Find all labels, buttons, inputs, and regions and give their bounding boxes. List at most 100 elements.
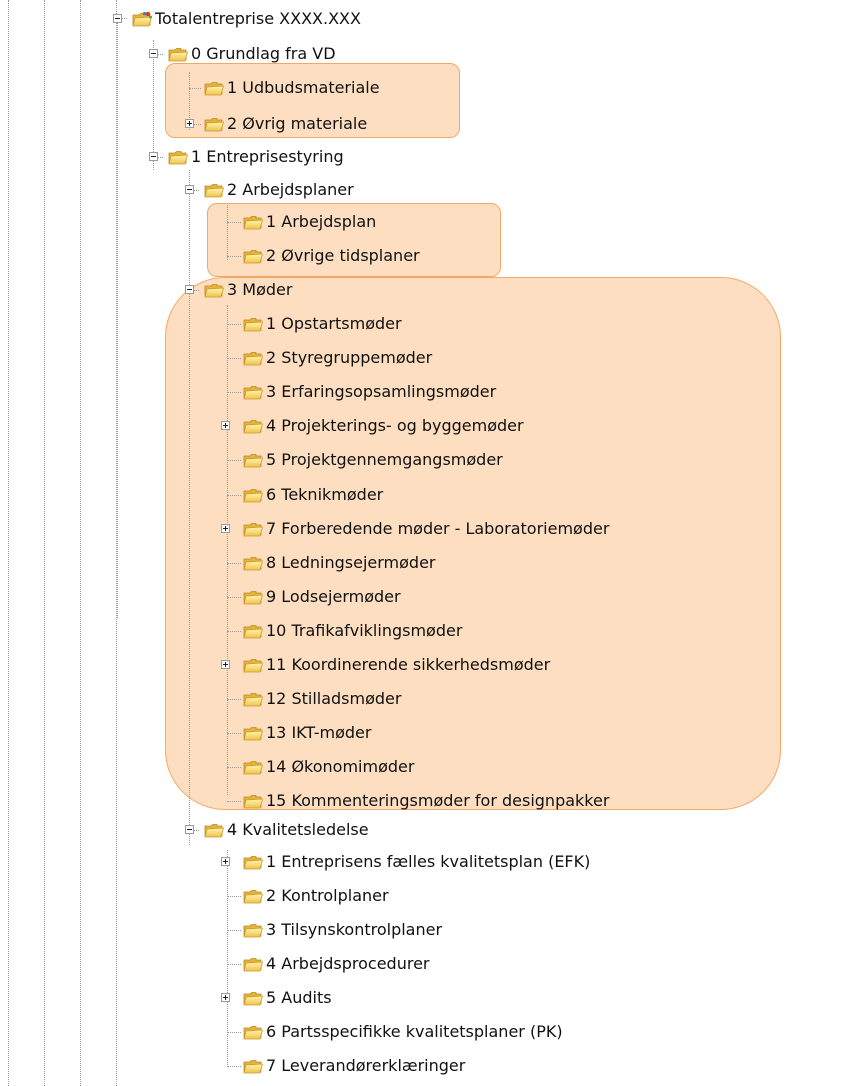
tree-node-moder[interactable]: 3 Møder: [182, 279, 292, 301]
expand-plus-icon[interactable]: [221, 421, 230, 431]
collapse-minus-icon[interactable]: [185, 185, 194, 194]
folder-icon: [243, 454, 263, 468]
folder-icon: [243, 624, 263, 639]
folder-icon: [204, 184, 224, 198]
folder-icon: [168, 151, 188, 165]
folder-icon: [243, 856, 263, 870]
tree-node-label: 11 Koordinerende sikkerhedsmøder: [266, 655, 551, 674]
collapse-minus-icon[interactable]: [185, 285, 194, 294]
tree-node-moder-3[interactable]: 3 Erfaringsopsamlingsmøder: [243, 381, 496, 403]
tree-node-label: 3 Tilsynskontrolplaner: [266, 920, 443, 939]
folder-icon: [243, 924, 263, 938]
tree-node-moder-11[interactable]: 11 Koordinerende sikkerhedsmøder: [218, 654, 550, 676]
tree-node-moder-7[interactable]: 7 Forberedende møder - Laboratoriemøder: [218, 518, 609, 540]
tree-node-label: Totalentreprise XXXX.XXX: [155, 9, 361, 28]
tree-node-moder-6[interactable]: 6 Teknikmøder: [243, 484, 383, 506]
tree-node-label: 4 Projekterings- og byggemøder: [266, 416, 524, 436]
tree-node-label: 6 Teknikmøder: [266, 484, 384, 504]
tree-node-moder-12[interactable]: 12 Stilladsmøder: [243, 688, 401, 710]
tree-node-label: 1 Opstartsmøder: [266, 314, 402, 333]
tree-node-grundlag[interactable]: 0 Grundlag fra VD: [146, 43, 336, 65]
tree-node-kvalitet-5[interactable]: 5 Audits: [218, 987, 332, 1009]
expand-plus-icon[interactable]: [221, 523, 230, 533]
tree-node-label: 2 Øvrige tidsplaner: [266, 246, 420, 265]
folder-icon: [243, 890, 263, 904]
folder-icon: [243, 693, 263, 707]
folder-icon: [243, 216, 263, 230]
folder-icon: [243, 352, 263, 366]
tree-node-moder-10[interactable]: 10 Trafikafviklingsmøder: [243, 620, 462, 642]
folder-icon: [243, 992, 263, 1006]
expand-plus-icon[interactable]: [221, 857, 230, 866]
tree-node-moder-8[interactable]: 8 Ledningsejermøder: [243, 552, 436, 574]
tree-node-label: 1 Arbejdsplan: [266, 212, 377, 231]
folder-icon: [243, 761, 263, 775]
folder-icon: [243, 250, 263, 264]
tree-node-udbudsmateriale[interactable]: 1 Udbudsmateriale: [204, 77, 380, 99]
tree-node-kvalitet-4[interactable]: 4 Arbejdsprocedurer: [243, 953, 429, 975]
tree-node-moder-2[interactable]: 2 Styregruppemøder: [243, 347, 432, 369]
tree-node-kvalitet-3[interactable]: 3 Tilsynskontrolplaner: [243, 919, 442, 941]
tree-node-kvalitetsledelse[interactable]: 4 Kvalitetsledelse: [182, 819, 369, 841]
tree-node-label: 3 Møder: [227, 280, 293, 299]
folder-icon: [168, 48, 188, 62]
tree-node-moder-1[interactable]: 1 Opstartsmøder: [243, 313, 402, 335]
tree-node-moder-13[interactable]: 13 IKT-møder: [243, 722, 371, 744]
folder-icon: [243, 488, 263, 502]
tree-node-label: 2 Kontrolplaner: [266, 886, 389, 905]
folder-icon: [243, 958, 263, 972]
collapse-minus-icon[interactable]: [149, 49, 158, 58]
tree-node-label: 3 Erfaringsopsamlingsmøder: [266, 382, 497, 402]
tree-node-label: 10 Trafikafviklingsmøder: [266, 620, 463, 640]
tree-node-label: 12 Stilladsmøder: [266, 689, 402, 709]
tree-node-label: 5 Audits: [266, 988, 332, 1007]
tree-node-kvalitet-6[interactable]: 6 Partsspecifikke kvalitetsplaner (PK): [243, 1021, 563, 1043]
expand-plus-icon[interactable]: [221, 660, 230, 669]
tree-node-label: 4 Kvalitetsledelse: [227, 820, 369, 839]
project-folder-icon: [132, 11, 152, 27]
tree-node-kvalitet-1[interactable]: 1 Entreprisens fælles kvalitetsplan (EFK…: [218, 851, 590, 873]
folder-icon: [243, 727, 263, 741]
expand-plus-icon[interactable]: [185, 119, 194, 128]
tree-node-moder-4[interactable]: 4 Projekterings- og byggemøder: [218, 415, 524, 437]
tree-node-moder-15[interactable]: 15 Kommenteringsmøder for designpakker: [243, 790, 609, 812]
tree-node-moder-5[interactable]: 5 Projektgennemgangsmøder: [243, 449, 503, 471]
folder-icon: [204, 82, 224, 96]
folder-icon: [243, 522, 263, 536]
tree-node-label: 7 Leverandørerklæringer: [266, 1056, 466, 1075]
tree-node-arbejdsplan[interactable]: 1 Arbejdsplan: [243, 211, 376, 233]
tree-node-label: 4 Arbejdsprocedurer: [266, 954, 430, 973]
folder-icon: [204, 824, 224, 838]
tree-node-label: 13 IKT-møder: [266, 723, 372, 743]
tree-node-entreprisestyring[interactable]: 1 Entreprisestyring: [146, 146, 344, 168]
folder-icon: [243, 556, 263, 571]
folder-icon: [243, 420, 263, 434]
folder-icon: [243, 1026, 263, 1040]
tree-node-label: 2 Øvrig materiale: [227, 114, 368, 133]
folder-icon: [243, 386, 263, 400]
folder-icon: [243, 1060, 263, 1074]
collapse-minus-icon[interactable]: [185, 825, 194, 834]
tree-node-label: 2 Styregruppemøder: [266, 348, 433, 368]
folder-icon: [204, 284, 224, 298]
tree-node-kvalitet-2[interactable]: 2 Kontrolplaner: [243, 885, 389, 907]
collapse-minus-icon[interactable]: [149, 152, 158, 161]
tree-node-root[interactable]: Totalentreprise XXXX.XXX: [110, 8, 361, 30]
tree-node-label: 1 Entreprisens fælles kvalitetsplan (EFK…: [266, 852, 591, 871]
tree-node-ovrig-materiale[interactable]: 2 Øvrig materiale: [182, 113, 367, 135]
expand-plus-icon[interactable]: [221, 993, 230, 1002]
tree-node-label: 6 Partsspecifikke kvalitetsplaner (PK): [266, 1022, 563, 1041]
tree-node-label: 2 Arbejdsplaner: [227, 180, 354, 199]
tree-node-moder-14[interactable]: 14 Økonomimøder: [243, 756, 414, 778]
tree-node-moder-9[interactable]: 9 Lodsejermøder: [243, 586, 401, 608]
tree-node-arbejdsplaner[interactable]: 2 Arbejdsplaner: [182, 179, 354, 201]
collapse-minus-icon[interactable]: [113, 14, 122, 23]
tree-node-label: 5 Projektgennemgangsmøder: [266, 450, 503, 470]
tree-node-label: 9 Lodsejermøder: [266, 586, 401, 606]
tree-node-label: 1 Entreprisestyring: [191, 147, 344, 166]
folder-icon: [243, 590, 263, 605]
tree-node-label: 14 Økonomimøder: [266, 757, 415, 777]
tree-node-kvalitet-7[interactable]: 7 Leverandørerklæringer: [243, 1055, 465, 1077]
tree-node-ovrige-tidsplaner[interactable]: 2 Øvrige tidsplaner: [243, 245, 420, 267]
tree-node-label: 7 Forberedende møder - Laboratoriemøder: [266, 518, 610, 538]
